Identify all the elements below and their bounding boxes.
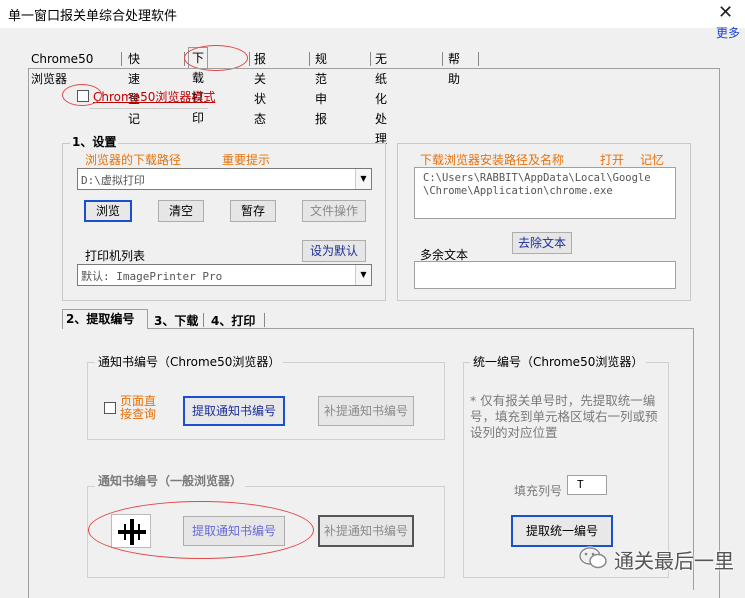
dropdown-arrow-icon[interactable]: ▼	[355, 265, 371, 285]
supplement-notice-button[interactable]: 补提通知书编号	[318, 396, 414, 426]
printer-list-label: 打印机列表	[85, 249, 146, 263]
clear-button[interactable]: 清空	[158, 200, 204, 222]
tab-help[interactable]: 帮助	[445, 49, 463, 86]
subtab-print[interactable]: 4、打印	[211, 312, 255, 329]
pause-button[interactable]: 暂存	[230, 200, 276, 222]
browse-button[interactable]: 浏览	[84, 200, 132, 222]
browser-path-line2: \Chrome\Application\chrome.exe	[423, 185, 613, 197]
fill-col-input[interactable]: T	[567, 475, 607, 495]
extract-notice-button[interactable]: 提取通知书编号	[183, 396, 285, 426]
page-direct-checkbox[interactable]	[104, 402, 116, 414]
unified-note: * 仅有报关单号时，先提取统一编号，填充到单元格区域右一列或预设列的对应位置	[470, 393, 658, 440]
important-tip-link[interactable]: 重要提示	[222, 151, 270, 168]
window-title: 单一窗口报关单综合处理软件	[8, 9, 178, 24]
dropdown-arrow-icon[interactable]: ▼	[355, 169, 371, 189]
watermark-text: 通关最后一里	[614, 549, 734, 573]
subtab-download[interactable]: 3、下载	[154, 312, 198, 329]
more-link[interactable]: 更多	[716, 24, 740, 41]
chrome-mode-label[interactable]: Chrome50浏览器模式	[93, 88, 215, 105]
subtab-extract-number[interactable]: 2、提取编号	[66, 310, 134, 327]
tab-paperless[interactable]: 无纸化处理	[372, 49, 390, 146]
extra-text-box[interactable]	[414, 261, 676, 289]
wechat-icon	[578, 545, 608, 571]
notice-chrome-title: 通知书编号（Chrome50浏览器）	[95, 353, 284, 370]
download-path-combo[interactable]: D:\虚拟打印 ▼	[77, 168, 372, 190]
set-default-button[interactable]: 设为默认	[302, 240, 366, 262]
unified-title: 统一编号（Chrome50浏览器）	[470, 353, 647, 370]
remove-text-button[interactable]: 去除文本	[512, 232, 572, 254]
printer-combo[interactable]: 默认: ImagePrinter Pro ▼	[77, 264, 372, 286]
extract-unified-button[interactable]: 提取统一编号	[511, 515, 613, 547]
close-icon[interactable]: ✕	[718, 2, 733, 23]
tab-chrome50[interactable]: Chrome50浏览器	[28, 49, 96, 86]
open-link[interactable]: 打开	[600, 151, 624, 168]
tab-standard-declaration[interactable]: 规范申报	[312, 49, 330, 126]
notice-general-title: 通知书编号（一般浏览器）	[95, 472, 246, 489]
tab-quick-register[interactable]: 快速登记	[125, 49, 143, 126]
printer-value: 默认: ImagePrinter Pro	[81, 270, 223, 283]
settings-title: 1、设置	[70, 133, 119, 150]
fill-col-label: 填充列号	[514, 484, 563, 498]
page-direct-label[interactable]: 页面直 接查询	[120, 395, 156, 421]
remember-link[interactable]: 记忆	[640, 151, 664, 168]
file-ops-button[interactable]: 文件操作	[302, 200, 366, 222]
annotation-circle	[62, 84, 102, 106]
supplement-notice-general-button[interactable]: 补提通知书编号	[318, 515, 414, 547]
download-path-value: D:\虚拟打印	[81, 174, 145, 187]
annotation-circle	[88, 501, 314, 559]
browser-path-label: 下载浏览器安装路径及名称	[420, 153, 565, 167]
browser-path-line1: C:\Users\RABBIT\AppData\Local\Google	[423, 172, 651, 184]
browser-path-textbox[interactable]: C:\Users\RABBIT\AppData\Local\Google \Ch…	[414, 167, 676, 219]
tab-declaration-status[interactable]: 报关状态	[251, 49, 269, 126]
download-path-label: 浏览器的下载路径	[85, 153, 182, 167]
